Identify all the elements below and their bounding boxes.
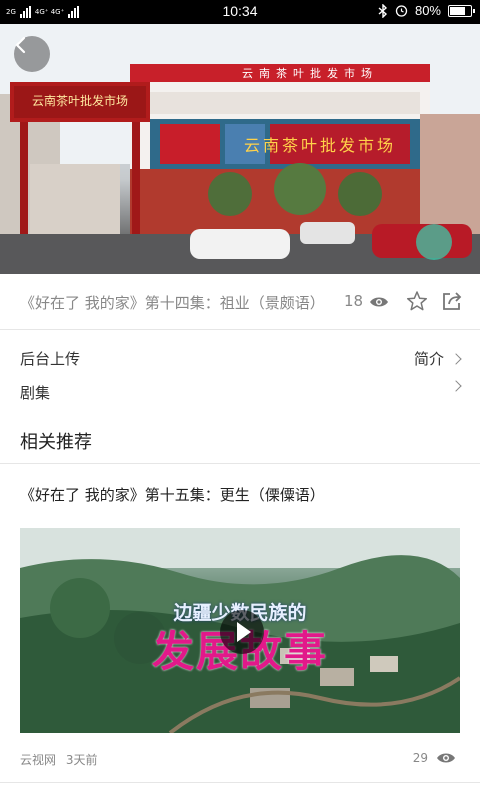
alarm-icon bbox=[395, 5, 408, 17]
divider bbox=[0, 782, 480, 783]
share-icon[interactable] bbox=[441, 290, 463, 312]
episodes-label: 剧集 bbox=[20, 384, 51, 402]
chevron-right-icon bbox=[450, 352, 462, 365]
intro-label: 简介 bbox=[413, 350, 444, 368]
time-ago: 3天前 bbox=[65, 753, 98, 767]
divider bbox=[0, 463, 480, 464]
intro-link[interactable]: 简介 bbox=[413, 348, 462, 369]
eye-icon bbox=[437, 753, 455, 763]
bluetooth-icon bbox=[378, 3, 387, 18]
source-label: 云视网 bbox=[20, 753, 57, 767]
gate-sign: 云南茶叶批发市场 bbox=[31, 94, 128, 108]
view-count: 18 bbox=[344, 292, 364, 310]
facade-sign: 云南茶叶批发市场 bbox=[243, 136, 396, 155]
floating-assistant-ball[interactable] bbox=[416, 224, 452, 260]
related-item-thumbnail[interactable]: 边疆少数民族的 发展故事 bbox=[20, 528, 460, 733]
play-icon[interactable] bbox=[220, 610, 264, 654]
episodes-chevron-wrap bbox=[450, 380, 462, 392]
view-count: 29 bbox=[412, 751, 428, 765]
related-section-title: 相关推荐 bbox=[20, 432, 92, 453]
video-player[interactable]: 云南茶叶批发市场 云南茶叶批发市场 云南茶叶批发市场 bbox=[0, 24, 480, 274]
related-item-meta: 云视网 3天前 bbox=[20, 751, 97, 768]
related-item-title[interactable]: 《好在了 我的家》第十五集：更生（傈僳语） bbox=[20, 484, 325, 505]
star-icon[interactable] bbox=[406, 290, 428, 312]
battery-percent: 80% bbox=[414, 3, 441, 18]
video-title: 《好在了 我的家》第十四集：祖业（景颇语） bbox=[20, 294, 325, 312]
status-bar: 2G 4G⁺ 4G⁺ 10:34 80% bbox=[0, 0, 480, 24]
uploader-label: 后台上传 bbox=[20, 350, 81, 368]
uploader-intro-row[interactable]: 后台上传 简介 bbox=[0, 340, 480, 376]
related-item-views: 29 bbox=[413, 751, 456, 765]
video-info-bar: 《好在了 我的家》第十四集：祖业（景颇语） 18 bbox=[0, 274, 480, 330]
back-arrow-icon bbox=[15, 36, 26, 54]
episodes-row[interactable]: 剧集 bbox=[0, 374, 480, 410]
battery-icon bbox=[448, 4, 475, 17]
roof-sign: 云南茶叶批发市场 bbox=[242, 67, 378, 80]
eye-icon bbox=[370, 297, 388, 307]
back-button[interactable] bbox=[14, 36, 50, 72]
chevron-right-icon bbox=[450, 380, 462, 392]
